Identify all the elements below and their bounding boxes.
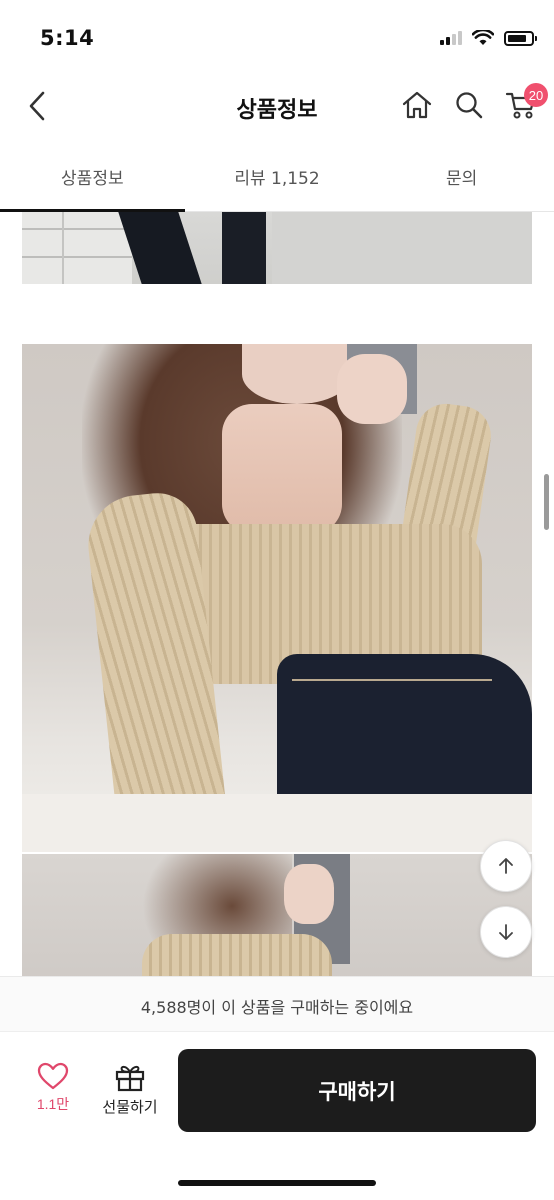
wifi-icon bbox=[472, 30, 494, 45]
gift-button[interactable]: 선물하기 bbox=[92, 1062, 168, 1128]
scroll-to-top-button[interactable] bbox=[480, 840, 532, 892]
home-icon bbox=[402, 91, 432, 119]
product-photo-model-sweater bbox=[22, 344, 532, 852]
header-actions: 20 bbox=[398, 83, 548, 126]
scroll-to-bottom-button[interactable] bbox=[480, 906, 532, 958]
gift-label: 선물하기 bbox=[102, 1098, 158, 1116]
status-time: 5:14 bbox=[40, 26, 95, 50]
arrow-up-icon bbox=[499, 858, 513, 874]
battery-icon bbox=[504, 30, 537, 46]
search-icon bbox=[456, 92, 483, 119]
status-icons bbox=[440, 30, 537, 46]
cart-count-badge: 20 bbox=[524, 83, 548, 107]
product-photo-partial-bottom bbox=[22, 854, 532, 976]
cart-button[interactable]: 20 bbox=[502, 83, 548, 126]
heart-icon bbox=[37, 1062, 69, 1090]
product-photo-partial-top bbox=[22, 212, 532, 284]
purchase-button[interactable]: 구매하기 bbox=[178, 1049, 536, 1132]
tab-reviews[interactable]: 리뷰 1,152 bbox=[185, 150, 370, 211]
arrow-down-icon bbox=[499, 924, 513, 940]
tab-inquiry[interactable]: 문의 bbox=[369, 150, 554, 211]
gift-icon bbox=[115, 1065, 145, 1092]
product-detail-content[interactable] bbox=[0, 212, 554, 976]
like-count: 1.1만 bbox=[36, 1096, 70, 1112]
scrollbar[interactable] bbox=[544, 474, 549, 530]
tab-bar: 상품정보 리뷰 1,152 문의 bbox=[0, 150, 554, 212]
tab-product-info[interactable]: 상품정보 bbox=[0, 150, 185, 211]
purchasing-now-banner: 4,588명이 이 상품을 구매하는 중이에요 bbox=[0, 976, 554, 1032]
like-button[interactable]: 1.1만 bbox=[22, 1062, 84, 1128]
cellular-signal-icon bbox=[440, 31, 462, 45]
top-nav-bar: 상품정보 20 bbox=[0, 80, 554, 134]
bottom-action-bar: 1.1만 선물하기 구매하기 bbox=[0, 1032, 554, 1200]
status-bar: 5:14 bbox=[0, 0, 554, 80]
home-button[interactable] bbox=[398, 84, 436, 126]
search-button[interactable] bbox=[450, 84, 488, 126]
home-indicator bbox=[178, 1180, 376, 1186]
